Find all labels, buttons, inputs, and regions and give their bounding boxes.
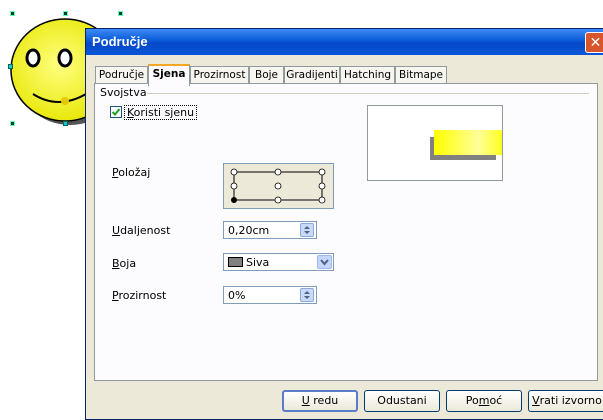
use-shadow-label[interactable]: Koristi sjenu — [124, 105, 198, 120]
tab-bitmaps[interactable]: Bitmape — [395, 66, 447, 84]
selection-handle[interactable] — [10, 121, 15, 126]
tab-shadow[interactable]: Sjena — [148, 64, 190, 86]
ok-button[interactable]: U redu — [282, 390, 358, 412]
group-divider — [147, 93, 589, 94]
tab-gradients[interactable]: Gradijenti — [284, 66, 340, 84]
area-dialog: Područje ✕ Područje Sjena Prozirnost Boj… — [85, 28, 603, 420]
shadow-preview — [367, 105, 508, 181]
close-icon[interactable]: ✕ — [585, 32, 603, 53]
selection-handle[interactable] — [8, 64, 13, 69]
selection-handle[interactable] — [63, 11, 68, 16]
color-swatch — [228, 257, 243, 267]
tab-transparency[interactable]: Prozirnost — [190, 66, 249, 84]
transparency-spinbox[interactable]: 0% — [223, 286, 317, 304]
chevron-down-icon[interactable] — [317, 255, 332, 269]
shadow-position-selector[interactable] — [223, 163, 334, 209]
dialog-title-bar[interactable]: Područje ✕ — [86, 29, 603, 55]
position-label: Položaj — [112, 166, 151, 179]
selection-handle[interactable] — [118, 11, 123, 16]
transparency-label: Prozirnost — [112, 289, 167, 302]
dialog-title: Područje — [92, 34, 148, 49]
tab-hatching[interactable]: Hatching — [340, 66, 395, 84]
selection-handle[interactable] — [63, 121, 68, 126]
tab-colors[interactable]: Boje — [249, 66, 284, 84]
spin-arrows-icon[interactable] — [300, 223, 314, 237]
color-label: Boja — [112, 257, 137, 270]
distance-label: Udaljenost — [112, 224, 171, 237]
tab-area[interactable]: Područje — [95, 66, 148, 84]
shadow-panel: Svojstva Koristi sjenu Položaj Udaljenos… — [94, 83, 598, 381]
cancel-button[interactable]: Odustani — [364, 390, 440, 412]
help-button[interactable]: Pomoć — [446, 390, 522, 412]
reset-button[interactable]: Vrati izvorno — [528, 390, 603, 412]
selection-handle[interactable] — [10, 11, 15, 16]
properties-group-label: Svojstva — [100, 86, 150, 99]
distance-spinbox[interactable]: 0,20cm — [223, 221, 317, 239]
spin-arrows-icon[interactable] — [300, 288, 314, 302]
use-shadow-checkbox[interactable] — [110, 106, 122, 118]
color-dropdown[interactable]: Siva — [223, 253, 334, 271]
